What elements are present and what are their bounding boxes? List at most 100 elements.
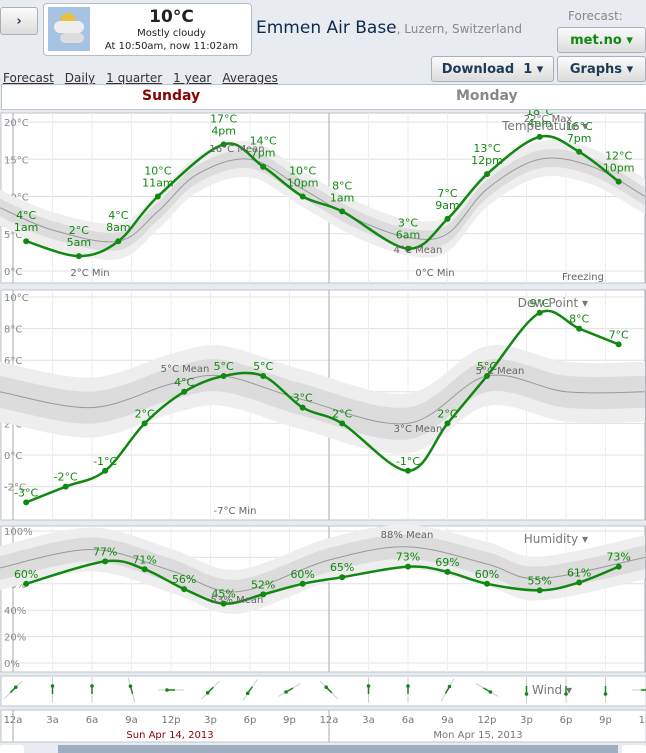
- condition: Mostly cloudy: [137, 28, 206, 39]
- data-label: 5°C: [253, 360, 273, 373]
- data-label: 8am: [106, 221, 130, 234]
- data-point: [484, 580, 490, 587]
- time-tick: 6a: [402, 715, 415, 726]
- annotation: 88% Mean: [381, 530, 434, 541]
- wind-arrow-head: [447, 684, 452, 689]
- data-point: [339, 420, 346, 427]
- wind-arrow-head: [488, 690, 493, 694]
- data-point: [405, 467, 411, 474]
- data-label: 71%: [132, 553, 156, 566]
- y-tick-label: 15°C: [4, 155, 29, 166]
- data-point: [23, 238, 30, 245]
- data-point: [484, 171, 490, 178]
- current-temp: 10°C: [149, 7, 194, 27]
- wind-arrow-head: [366, 684, 371, 688]
- time-tick: 12p: [161, 715, 180, 726]
- meteogram: 0°C5°C10°C15°C20°C4°C1am2°C5am4°C8am10°C…: [0, 110, 646, 743]
- data-point: [615, 563, 622, 570]
- wind-arrow-head: [524, 692, 529, 696]
- data-label: -1°C: [93, 455, 117, 468]
- nav-averages[interactable]: Averages: [222, 71, 278, 85]
- time-tick: 9a: [441, 715, 454, 726]
- data-label: 60%: [14, 568, 38, 581]
- y-tick-label: 0%: [4, 659, 20, 670]
- current-conditions: 10°C Mostly cloudy At 10:50am, now 11:02…: [43, 3, 252, 56]
- data-label: 10pm: [603, 162, 635, 175]
- data-label: 5am: [67, 236, 91, 249]
- scrollbar[interactable]: [58, 745, 618, 753]
- annotation: 2°C Min: [70, 268, 109, 279]
- time-axis: 12a3a6a9a12p3p6p9p12a3a6a9a12p3p6p9p12Su…: [0, 709, 646, 743]
- annotation: -7°C Min: [214, 506, 257, 517]
- time-tick: 3p: [204, 715, 217, 726]
- data-label: 65%: [330, 561, 354, 574]
- annotation: 22°C Max: [524, 114, 573, 125]
- time-tick: 3a: [362, 715, 375, 726]
- wind-arrow-head: [90, 684, 94, 688]
- data-label: 69%: [435, 556, 459, 569]
- panel-title: Wind ▾: [532, 683, 572, 697]
- data-label: 9am: [435, 199, 459, 212]
- data-point: [444, 568, 451, 575]
- data-point: [220, 373, 227, 379]
- location-region: , Luzern, Switzerland: [396, 22, 522, 36]
- time-tick: 3a: [46, 715, 59, 726]
- wind-arrow-head: [406, 684, 410, 688]
- annotation: 5°C Mean: [161, 364, 210, 375]
- panel-0: 0°C5°C10°C15°C20°C4°C1am2°C5am4°C8am10°C…: [0, 110, 646, 284]
- data-point: [181, 388, 188, 395]
- annotation: 5°C Mean: [476, 366, 525, 377]
- data-point: [405, 563, 411, 570]
- annotation: 16°C Mean: [209, 144, 264, 155]
- nav-forecast[interactable]: Forecast: [3, 71, 54, 85]
- data-point: [576, 325, 583, 332]
- wind-arrow-head: [324, 685, 328, 689]
- data-label: 60%: [475, 568, 499, 581]
- source-button[interactable]: met.no ▾: [557, 27, 646, 53]
- scroll-right-button[interactable]: [622, 745, 646, 753]
- wind-arrow-head: [50, 684, 55, 688]
- download-button[interactable]: Download 1 ▾: [431, 56, 554, 82]
- data-point: [536, 309, 543, 316]
- wind-arrow-head: [165, 688, 169, 692]
- y-tick-label: 20°C: [4, 118, 29, 129]
- data-label: 1am: [14, 221, 38, 234]
- data-point: [576, 148, 583, 155]
- data-label: -2°C: [54, 471, 78, 484]
- data-label: 3°C: [293, 392, 313, 405]
- data-point: [102, 558, 109, 565]
- data-label: 6am: [396, 229, 420, 242]
- annotation: Freezing: [562, 272, 604, 283]
- data-point: [75, 253, 82, 260]
- location-name: Emmen Air Base: [256, 18, 397, 38]
- panel-title: Humidity ▾: [524, 532, 588, 546]
- time-tick: 6p: [560, 715, 573, 726]
- day-monday: Monday: [456, 88, 518, 104]
- data-label: 4pm: [211, 124, 236, 137]
- nav-year[interactable]: 1 year: [173, 71, 211, 85]
- data-label: 60%: [290, 568, 314, 581]
- data-label: 73%: [606, 551, 630, 564]
- data-label: 56%: [172, 573, 196, 586]
- wind-arrow-head: [284, 690, 288, 694]
- data-label: 12pm: [471, 154, 503, 167]
- wind-arrow-head: [245, 691, 250, 696]
- wind-arrow-head: [128, 684, 133, 688]
- data-point: [102, 467, 109, 474]
- wind-arrow-head: [205, 691, 210, 695]
- time-tick: 6a: [86, 715, 99, 726]
- data-label: 73%: [396, 551, 420, 564]
- annotation: 53% Mean: [211, 595, 264, 606]
- nav-quarter[interactable]: 1 quarter: [106, 71, 162, 85]
- data-point: [339, 574, 346, 581]
- data-label: 5°C: [214, 360, 234, 373]
- location-title: Emmen Air Base, Luzern, Switzerland: [256, 18, 522, 38]
- scroll-left-button[interactable]: [0, 745, 24, 753]
- annotation: 3°C Mean: [394, 424, 443, 435]
- wind-arrow-head: [603, 692, 608, 696]
- nav-daily[interactable]: Daily: [65, 71, 95, 85]
- expand-button[interactable]: ›: [0, 7, 38, 35]
- time-tick: 12: [639, 715, 646, 726]
- graphs-button[interactable]: Graphs ▾: [557, 56, 646, 82]
- data-point: [141, 566, 148, 573]
